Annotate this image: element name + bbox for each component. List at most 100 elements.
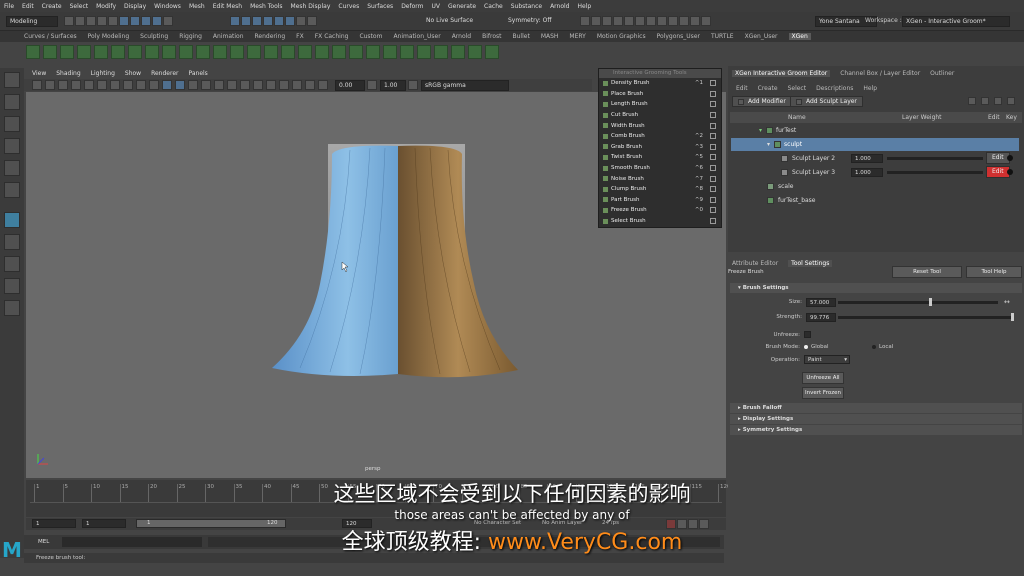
- color-management-icon[interactable]: [408, 80, 418, 90]
- size-field[interactable]: 57.000: [806, 298, 836, 307]
- brush-falloff-section[interactable]: ▸ Brush Falloff: [730, 403, 1022, 413]
- shelf-tab-19[interactable]: XGen: [788, 33, 811, 40]
- xgen-shelf-tool-icon[interactable]: [230, 45, 244, 59]
- gamma-field[interactable]: 1.00: [380, 79, 406, 91]
- menu-deform[interactable]: Deform: [401, 3, 423, 10]
- option-box-icon[interactable]: [710, 218, 716, 225]
- option-box-icon[interactable]: [710, 154, 716, 161]
- shelf-tab-18[interactable]: XGen_User: [745, 33, 778, 40]
- hair-groom-render[interactable]: [270, 144, 520, 380]
- display-settings-section[interactable]: ▸ Display Settings: [730, 414, 1022, 424]
- snap-live-icon[interactable]: [307, 16, 317, 26]
- xgen-menu-help[interactable]: Help: [863, 85, 877, 92]
- gate-mask-icon[interactable]: [123, 80, 133, 90]
- expand-icon[interactable]: ▾: [759, 127, 762, 134]
- shelf-tab-4[interactable]: Animation: [213, 33, 244, 40]
- option-box-icon[interactable]: [710, 175, 716, 182]
- xgen-shelf-tool-icon[interactable]: [451, 45, 465, 59]
- xgen-shelf-tool-icon[interactable]: [434, 45, 448, 59]
- xgen-menu-create[interactable]: Create: [758, 85, 778, 92]
- smooth-shade-icon[interactable]: [175, 80, 185, 90]
- textured-icon[interactable]: [188, 80, 198, 90]
- exposure-icon[interactable]: [318, 80, 328, 90]
- tree-row-sculpt-layer-2[interactable]: Sculpt Layer 2 1.000 Edit: [731, 152, 1019, 165]
- arnold-render-icon[interactable]: [624, 16, 634, 26]
- xray-components-icon[interactable]: [305, 80, 315, 90]
- face-icon[interactable]: [263, 16, 273, 26]
- slider-arrow-icon[interactable]: ↔: [1004, 298, 1010, 306]
- xgen-shelf-tool-icon[interactable]: [128, 45, 142, 59]
- xgen-shelf-tool-icon[interactable]: [417, 45, 431, 59]
- strength-field[interactable]: 99.776: [806, 313, 836, 322]
- shelf-tab-15[interactable]: Motion Graphics: [597, 33, 646, 40]
- key-dot-icon[interactable]: [1007, 169, 1013, 175]
- channel-box-icon[interactable]: [657, 16, 667, 26]
- option-box-icon[interactable]: [710, 112, 716, 119]
- xgen-shelf-tool-icon[interactable]: [60, 45, 74, 59]
- film-gate-icon[interactable]: [97, 80, 107, 90]
- tree-row-base[interactable]: furTest_base: [731, 194, 1019, 207]
- two-view-icon[interactable]: [4, 278, 20, 294]
- add-modifier-button[interactable]: Add Modifier: [732, 96, 792, 107]
- shelf-tab-0[interactable]: Curves / Surfaces: [24, 33, 77, 40]
- viewport-menu-shading[interactable]: Shading: [56, 70, 80, 77]
- shelf-tab-12[interactable]: Bullet: [513, 33, 530, 40]
- menu-curves[interactable]: Curves: [338, 3, 359, 10]
- shelf-tab-5[interactable]: Rendering: [255, 33, 286, 40]
- menu-windows[interactable]: Windows: [154, 3, 181, 10]
- single-view-icon[interactable]: [4, 234, 20, 250]
- redo-icon[interactable]: [108, 16, 118, 26]
- xgen-shelf-tool-icon[interactable]: [247, 45, 261, 59]
- xgen-shelf-tool-icon[interactable]: [26, 45, 40, 59]
- menu-cache[interactable]: Cache: [484, 3, 503, 10]
- grid-icon[interactable]: [84, 80, 94, 90]
- gamma-icon[interactable]: [367, 80, 377, 90]
- xgen-shelf-tool-icon[interactable]: [468, 45, 482, 59]
- tab-attribute-editor[interactable]: Attribute Editor: [732, 260, 778, 267]
- xgen-tab-2[interactable]: Outliner: [930, 70, 954, 77]
- menu-mesh-display[interactable]: Mesh Display: [291, 3, 331, 10]
- menu-set-dropdown[interactable]: Modeling: [6, 16, 58, 27]
- option-box-icon[interactable]: [710, 101, 716, 108]
- snap-point-icon[interactable]: [152, 16, 162, 26]
- render-settings-icon[interactable]: [602, 16, 612, 26]
- lights-icon[interactable]: [201, 80, 211, 90]
- xgen-tab-1[interactable]: Channel Box / Layer Editor: [840, 70, 920, 77]
- shelf-tab-16[interactable]: Polygons_User: [657, 33, 700, 40]
- xgen-shelf-tool-icon[interactable]: [383, 45, 397, 59]
- move-down-icon[interactable]: [994, 97, 1002, 105]
- symmetry-label[interactable]: Symmetry: Off: [508, 17, 551, 24]
- brush-item-length-brush[interactable]: Length Brush: [599, 99, 721, 110]
- scale-tool-icon[interactable]: [4, 182, 20, 198]
- menu-arnold[interactable]: Arnold: [550, 3, 569, 10]
- menu-edit-mesh[interactable]: Edit Mesh: [213, 3, 242, 10]
- options-icon[interactable]: [1007, 97, 1015, 105]
- render-icon[interactable]: [580, 16, 590, 26]
- xgen-shelf-tool-icon[interactable]: [77, 45, 91, 59]
- xgen-shelf-tool-icon[interactable]: [366, 45, 380, 59]
- strength-slider[interactable]: [838, 313, 1014, 321]
- menu-file[interactable]: File: [4, 3, 14, 10]
- brush-item-select-brush[interactable]: Select Brush: [599, 216, 721, 227]
- viewport-menu-show[interactable]: Show: [125, 70, 141, 77]
- option-box-icon[interactable]: [710, 196, 716, 203]
- sculpt-layer-3-weight[interactable]: 1.000: [851, 168, 883, 177]
- viewport-menu-lighting[interactable]: Lighting: [91, 70, 115, 77]
- brush-item-grab-brush[interactable]: Grab Brush ^3: [599, 142, 721, 153]
- modeling-toolkit-icon[interactable]: [646, 16, 656, 26]
- brush-item-smooth-brush[interactable]: Smooth Brush ^6: [599, 163, 721, 174]
- strength-slider-handle[interactable]: [1010, 313, 1014, 321]
- menu-modify[interactable]: Modify: [96, 3, 116, 10]
- brush-item-width-brush[interactable]: Width Brush: [599, 120, 721, 131]
- field-chart-icon[interactable]: [136, 80, 146, 90]
- live-surface-label[interactable]: No Live Surface: [426, 17, 473, 24]
- freeze-brush-tool-icon[interactable]: [4, 212, 20, 228]
- add-sculpt-layer-button[interactable]: Add Sculpt Layer: [790, 96, 863, 107]
- sculpt-layer-3-slider[interactable]: [887, 171, 983, 174]
- brush-item-comb-brush[interactable]: Comb Brush ^2: [599, 131, 721, 142]
- operation-dropdown[interactable]: Paint ▾: [804, 355, 850, 364]
- menu-edit[interactable]: Edit: [22, 3, 34, 10]
- tree-row-scale[interactable]: scale: [731, 180, 1019, 193]
- expand-icon[interactable]: ▾: [767, 141, 770, 148]
- option-box-icon[interactable]: [710, 133, 716, 140]
